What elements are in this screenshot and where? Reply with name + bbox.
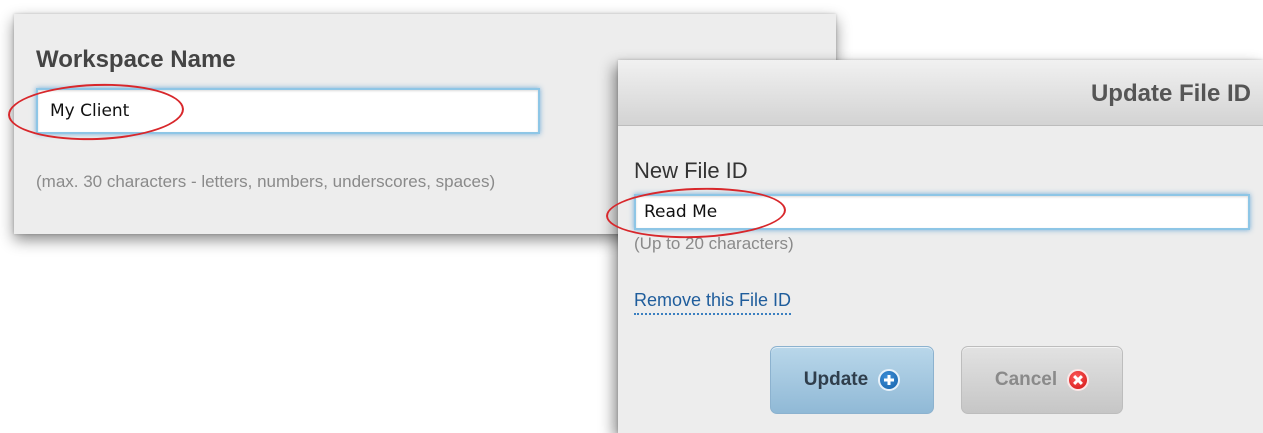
x-circle-icon — [1067, 369, 1090, 391]
workspace-name-input[interactable] — [36, 88, 540, 134]
screenshot-stage: Workspace Name (max. 30 characters - let… — [0, 0, 1263, 433]
workspace-name-hint: (max. 30 characters - letters, numbers, … — [36, 172, 496, 191]
update-button[interactable]: Update — [770, 346, 934, 414]
dialog-header: Update File ID — [618, 60, 1263, 126]
cancel-button-label: Cancel — [994, 369, 1058, 390]
update-file-id-dialog: Update File ID New File ID (Up to 20 cha… — [618, 60, 1263, 433]
plus-circle-icon — [878, 369, 901, 391]
dialog-title: Update File ID — [1090, 80, 1251, 107]
cancel-button[interactable]: Cancel — [961, 346, 1123, 414]
file-id-hint: (Up to 20 characters) — [634, 234, 794, 253]
remove-file-id-link[interactable]: Remove this File ID — [634, 290, 792, 315]
workspace-name-label: Workspace Name — [36, 46, 236, 73]
new-file-id-input[interactable] — [634, 194, 1250, 230]
update-button-label: Update — [803, 369, 869, 390]
new-file-id-label: New File ID — [634, 158, 748, 183]
